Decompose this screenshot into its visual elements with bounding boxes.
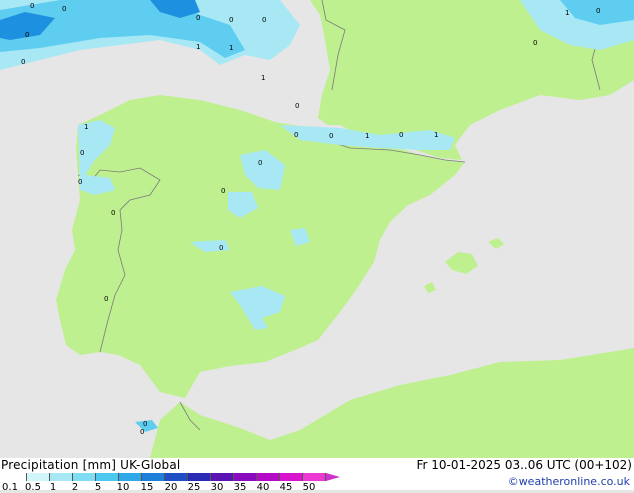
map-label: 1	[434, 131, 438, 139]
colorbar-cell	[280, 473, 303, 481]
colorbar-tick: 35	[233, 482, 247, 493]
map-label: 0	[596, 7, 600, 15]
map-title: Precipitation [mm] UK-Global	[1, 458, 181, 472]
colorbar-cell	[50, 473, 73, 481]
map-label: 0	[62, 5, 66, 13]
map-label: 0	[229, 16, 233, 24]
map-label: 0	[80, 149, 84, 157]
legend-footer: Precipitation [mm] UK-Global Fr 10-01-20…	[0, 458, 634, 493]
map-label: 0	[143, 420, 147, 428]
colorbar-cell	[257, 473, 280, 481]
colorbar-tick: 40	[256, 482, 270, 493]
map-label: 0	[295, 102, 299, 110]
map-label: 0	[329, 132, 333, 140]
map-label: 0	[78, 178, 82, 186]
colorbar-cell	[188, 473, 211, 481]
map-label: 1	[229, 44, 233, 52]
colorbar-cell	[303, 473, 326, 481]
map-label: 0	[21, 58, 25, 66]
map-label: 0	[104, 295, 108, 303]
colorbar-cell	[4, 473, 27, 481]
colorbar-cell	[234, 473, 257, 481]
map-label: 1	[196, 43, 200, 51]
map-label: 1	[565, 9, 569, 17]
map-label: 1	[365, 132, 369, 140]
map-label: 0	[219, 244, 223, 252]
colorbar-tick: 50	[302, 482, 316, 493]
colorbar-tick: 10	[116, 482, 130, 493]
map-label: 1	[261, 74, 265, 82]
map-label: 0	[30, 2, 34, 10]
colorbar-tick: 0.5	[25, 482, 41, 493]
credit-link[interactable]: ©weatheronline.co.uk	[508, 475, 630, 488]
map-label: 0	[25, 31, 29, 39]
map-label: 0	[294, 131, 298, 139]
colorbar-tick: 15	[140, 482, 154, 493]
map-label: 0	[262, 16, 266, 24]
colorbar-cell	[119, 473, 142, 481]
precipitation-map: 0 0 0 0 0 0 0 1 1 0 0 1 0 0 0 0 1 0 0 0 …	[0, 0, 634, 458]
colorbar-tick: 30	[210, 482, 224, 493]
map-label: 0	[533, 39, 537, 47]
colorbar-tick: 45	[279, 482, 293, 493]
colorbar-tick: 5	[94, 482, 102, 493]
colorbar-tick: 0.1	[2, 482, 18, 493]
colorbar-cell	[73, 473, 96, 481]
map-label: 0	[221, 187, 225, 195]
map-label: 1	[84, 123, 88, 131]
colorbar-cell	[165, 473, 188, 481]
colorbar-tick: 2	[71, 482, 79, 493]
map-label: 0	[140, 428, 144, 436]
map-label: 0	[196, 14, 200, 22]
map-label: 0	[258, 159, 262, 167]
map-label: 0	[111, 209, 115, 217]
valid-time: Fr 10-01-2025 03..06 UTC (00+102)	[416, 458, 632, 472]
colorbar-cell	[211, 473, 234, 481]
colorbar-ticks: 0.1 0.5 1 2 5 10 15 20 25 30 35 40 45 50	[0, 482, 340, 493]
colorbar-cell	[27, 473, 50, 481]
colorbar-cell	[142, 473, 165, 481]
precipitation-colorbar	[4, 473, 340, 481]
colorbar-tick: 25	[187, 482, 201, 493]
colorbar-cell	[96, 473, 119, 481]
map-label: 0	[399, 131, 403, 139]
colorbar-arrow	[326, 473, 340, 481]
colorbar-tick: 1	[49, 482, 57, 493]
colorbar-tick: 20	[164, 482, 178, 493]
